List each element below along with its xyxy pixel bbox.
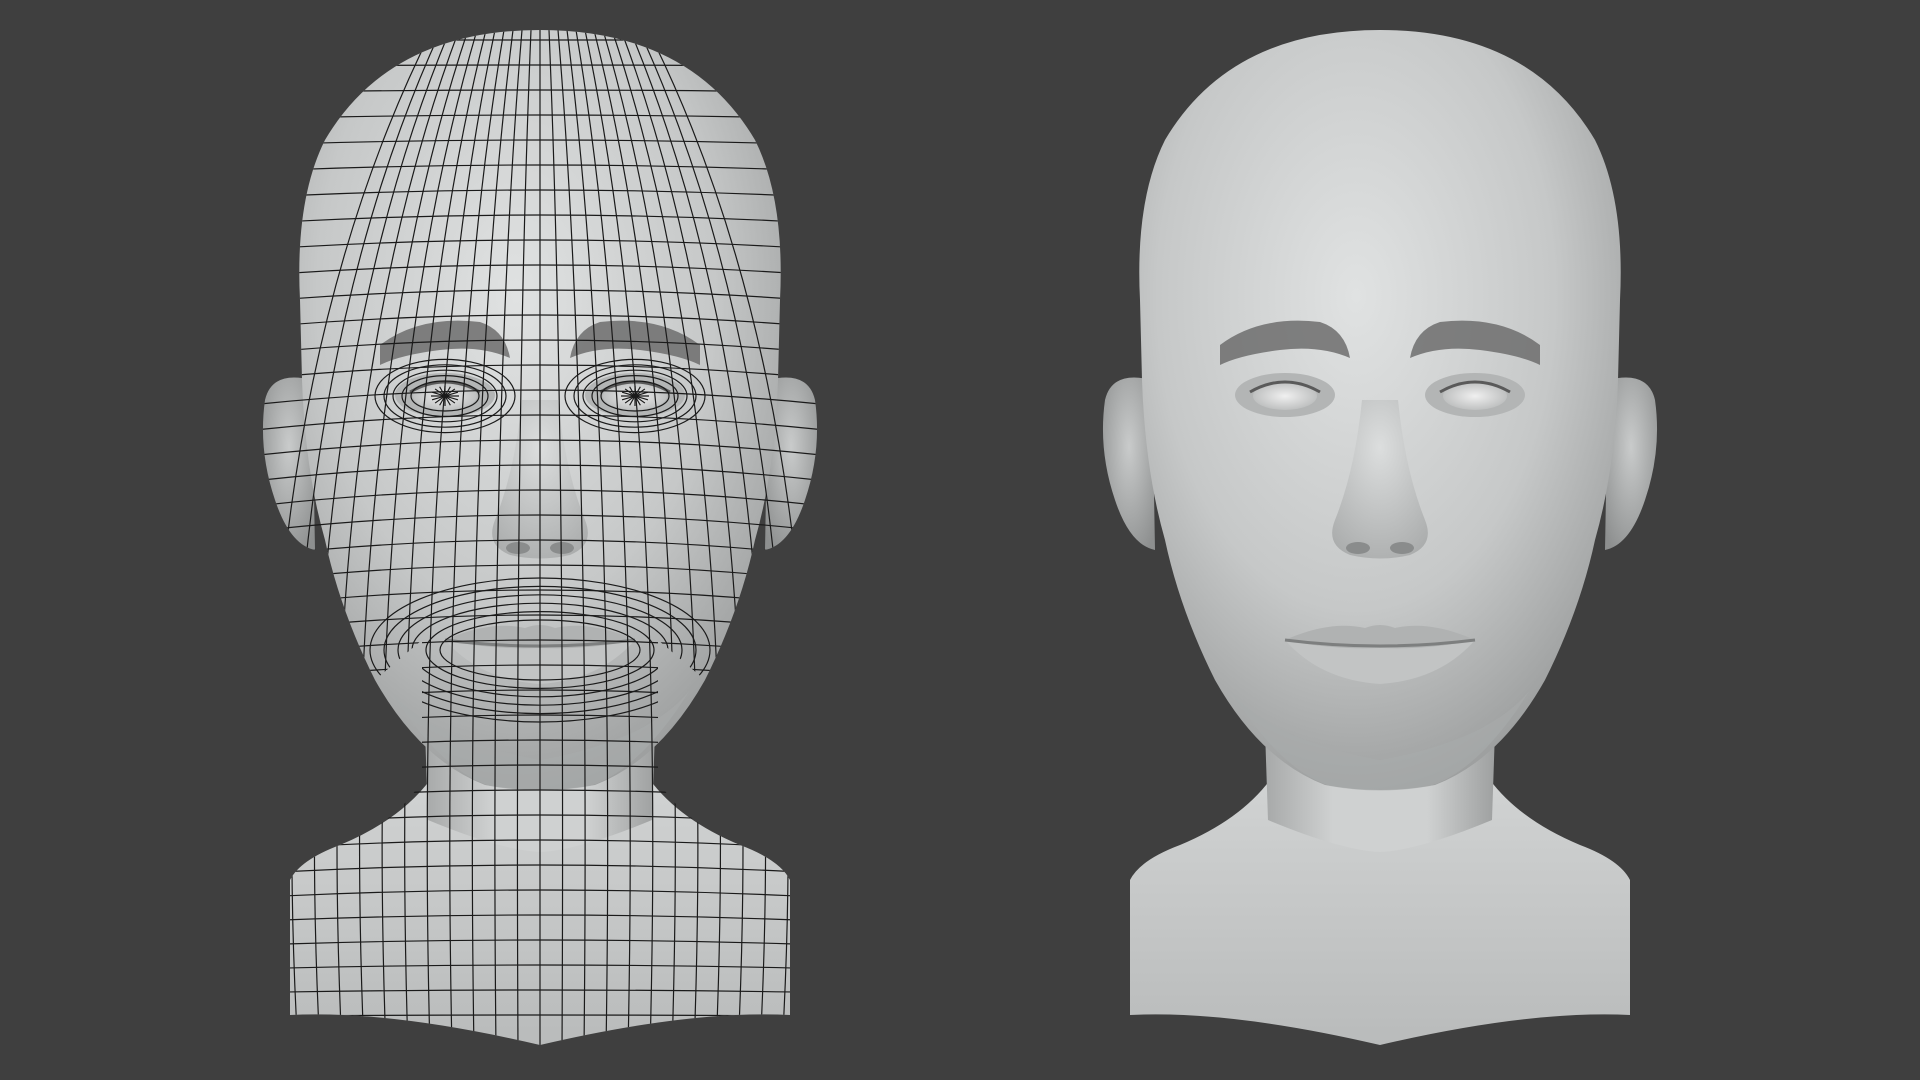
shaded-head-model: [1101, 28, 1659, 1047]
wireframe-head-model: [261, 28, 819, 1047]
render-canvas: [261, 28, 1659, 1047]
viewport: [0, 0, 1920, 1080]
